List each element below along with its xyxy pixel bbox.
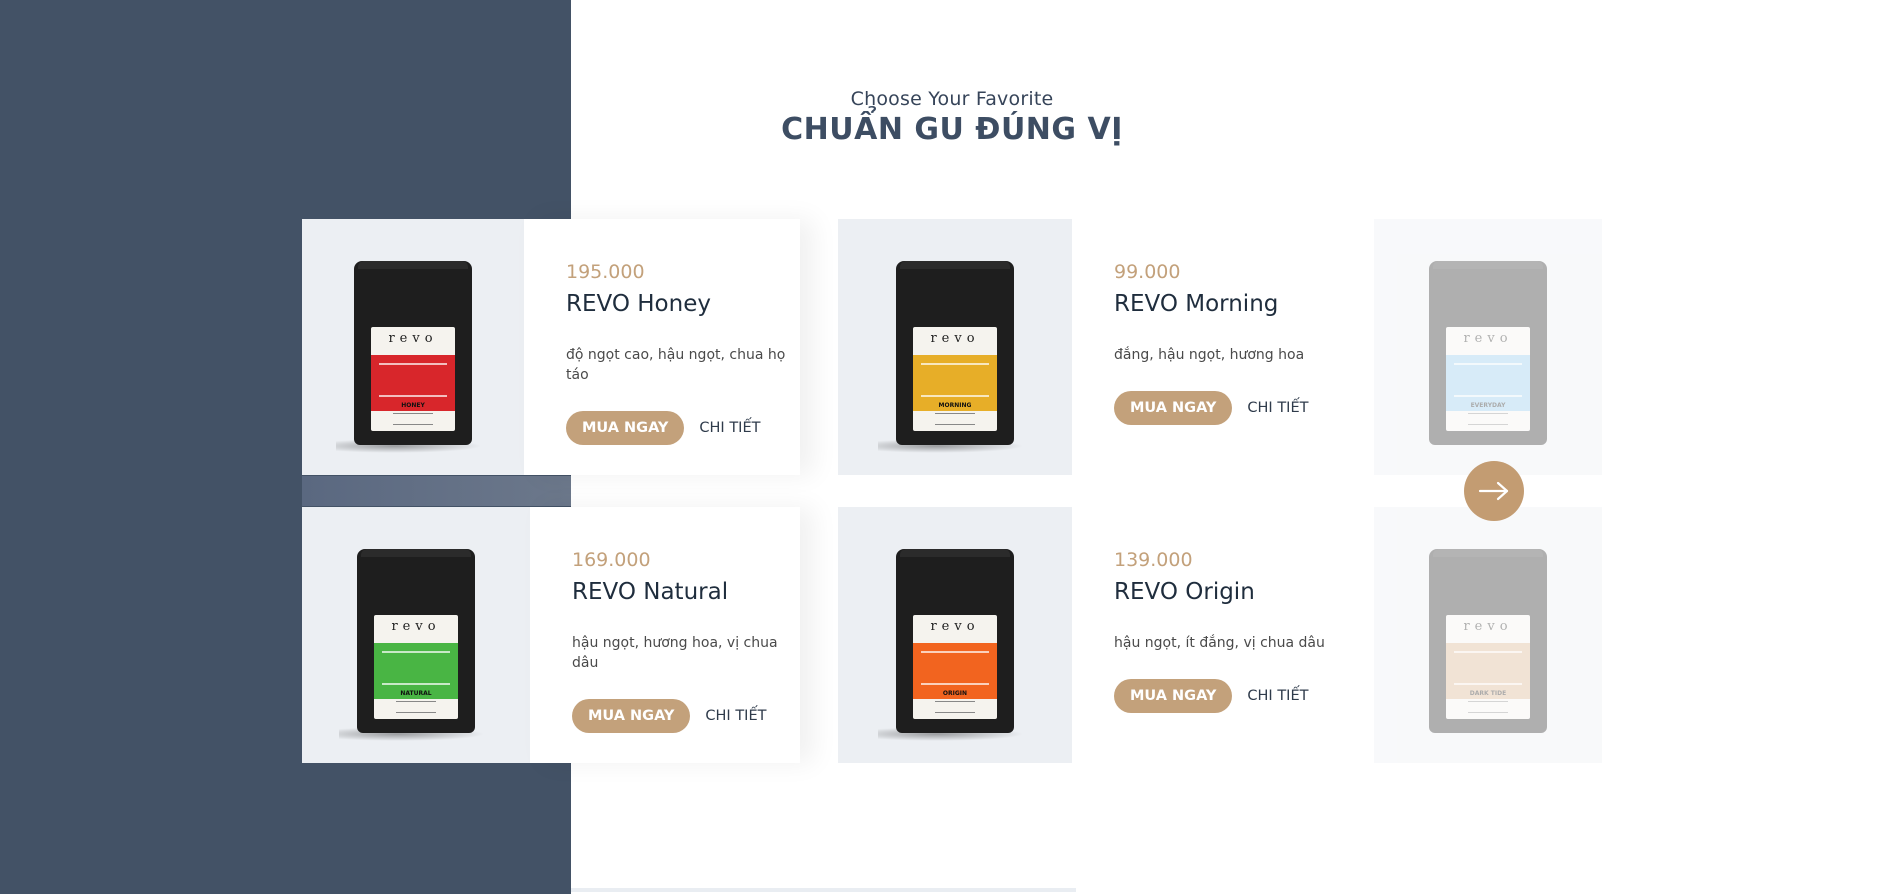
coffee-bag-image: revo EVERYDAY (1429, 261, 1547, 445)
detail-link[interactable]: CHI TIẾT (1247, 688, 1308, 704)
product-name[interactable]: REVO Natural (572, 579, 728, 605)
buy-now-button[interactable]: MUA NGAY (1114, 391, 1233, 425)
coffee-bag-image: revo HONEY (336, 261, 482, 453)
product-name[interactable]: REVO Honey (566, 291, 711, 317)
detail-link[interactable]: CHI TIẾT (705, 708, 766, 724)
product-info: 139.000 REVO Origin hậu ngọt, ít đắng, v… (1072, 507, 1336, 763)
product-image-box[interactable]: revo HONEY (302, 219, 524, 475)
product-image-box[interactable]: revo DARK TIDE (1374, 507, 1602, 763)
product-description: đắng, hậu ngọt, hương hoa (1114, 347, 1305, 363)
product-price: 99.000 (1114, 261, 1181, 283)
section-subtitle: Choose Your Favorite (850, 88, 1054, 110)
product-image-box[interactable]: revo MORNING (838, 219, 1072, 475)
coffee-bag-image: revo MORNING (878, 261, 1024, 453)
section-title: CHUẨN GU ĐÚNG VỊ (781, 112, 1123, 147)
coffee-bag-image: revo NATURAL (339, 549, 485, 741)
product-card-faded-2: revo DARK TIDE (1374, 507, 1602, 763)
arrow-right-icon (1478, 481, 1509, 501)
carousel-next-button[interactable] (1464, 461, 1524, 521)
product-info: 195.000 REVO Honey độ ngọt cao, hậu ngọt… (524, 219, 800, 475)
buy-now-button[interactable]: MUA NGAY (572, 699, 691, 733)
product-description: hậu ngọt, hương hoa, vị chua dâu (572, 635, 778, 671)
product-description: độ ngọt cao, hậu ngọt, chua họ táo (566, 347, 786, 383)
product-image-box[interactable]: revo EVERYDAY (1374, 219, 1602, 475)
product-info: 169.000 REVO Natural hậu ngọt, hương hoa… (530, 507, 800, 763)
product-info: 99.000 REVO Morning đắng, hậu ngọt, hươn… (1072, 219, 1336, 475)
product-description: hậu ngọt, ít đắng, vị chua dâu (1114, 635, 1325, 651)
detail-link[interactable]: CHI TIẾT (1247, 400, 1308, 416)
product-image-box[interactable]: revo NATURAL (302, 507, 530, 763)
product-name[interactable]: REVO Origin (1114, 579, 1255, 605)
scroll-indicator (571, 888, 1076, 892)
product-price: 195.000 (566, 261, 645, 283)
decor-strip (302, 476, 571, 506)
product-price: 169.000 (572, 549, 651, 571)
section-heading: Choose Your Favorite CHUẨN GU ĐÚNG VỊ (0, 88, 1904, 147)
coffee-bag-image: revo DARK TIDE (1429, 549, 1547, 733)
product-name[interactable]: REVO Morning (1114, 291, 1278, 317)
product-price: 139.000 (1114, 549, 1193, 571)
detail-link[interactable]: CHI TIẾT (699, 420, 760, 436)
buy-now-button[interactable]: MUA NGAY (566, 411, 685, 445)
product-image-box[interactable]: revo ORIGIN (838, 507, 1072, 763)
product-card-faded-1: revo EVERYDAY (1374, 219, 1602, 475)
buy-now-button[interactable]: MUA NGAY (1114, 679, 1233, 713)
coffee-bag-image: revo ORIGIN (878, 549, 1024, 741)
